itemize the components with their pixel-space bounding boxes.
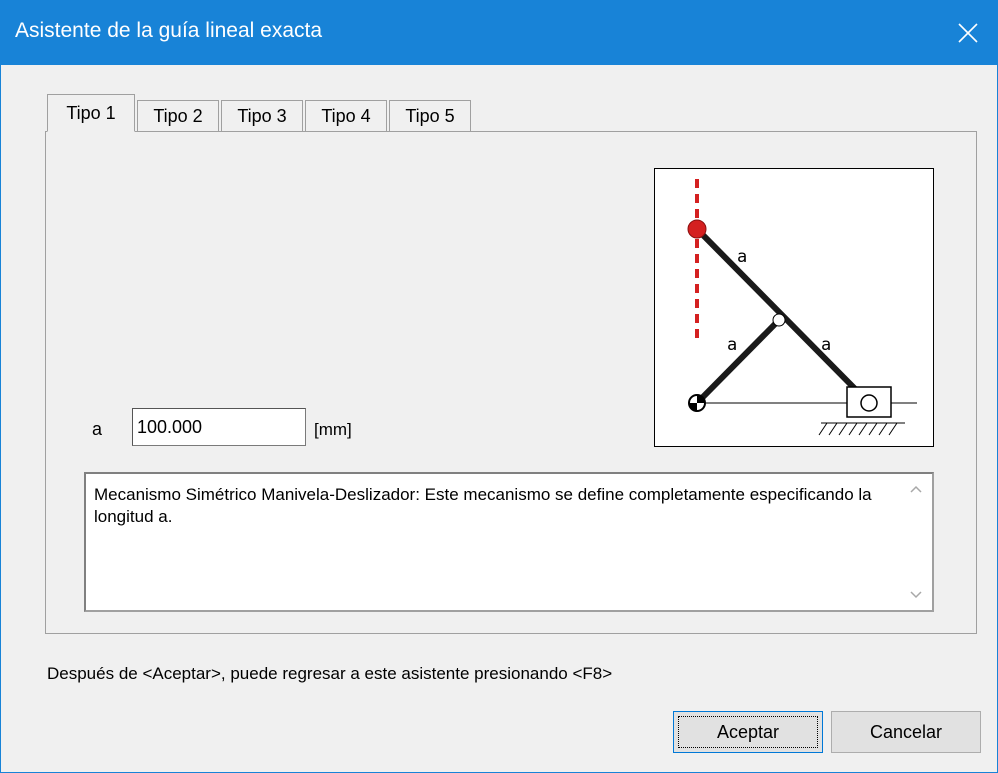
chevron-up-icon	[910, 485, 922, 493]
tab-label: Tipo 4	[321, 106, 371, 126]
middle-joint	[772, 313, 786, 327]
mechanism-drawing: a a a	[687, 179, 917, 436]
description-scrollbar[interactable]	[900, 474, 932, 610]
tab-label: Tipo 3	[237, 106, 287, 126]
accept-button[interactable]: Aceptar	[673, 711, 823, 753]
cancel-button[interactable]: Cancelar	[831, 711, 981, 753]
close-icon	[958, 23, 978, 43]
link-label-coupler-top: a	[737, 247, 747, 267]
link-label-coupler-bottom: a	[821, 335, 831, 355]
tab-panel-tipo-1: a [mm]	[45, 131, 977, 634]
dialog-window: Asistente de la guía lineal exacta Tipo …	[0, 0, 998, 773]
tab-label: Tipo 1	[66, 102, 116, 123]
ground-pivot-icon	[688, 394, 706, 412]
title-bar: Asistente de la guía lineal exacta	[1, 1, 997, 65]
focus-rectangle	[678, 716, 818, 748]
slider-pin	[860, 394, 878, 412]
description-text: Mecanismo Simétrico Manivela-Deslizador:…	[94, 485, 872, 526]
panel-content: a [mm]	[46, 132, 976, 633]
ground-hatch	[818, 422, 898, 436]
tab-tipo-4[interactable]: Tipo 4	[305, 100, 387, 132]
tab-tipo-3[interactable]: Tipo 3	[221, 100, 303, 132]
footer-note: Después de <Aceptar>, puede regresar a e…	[47, 664, 613, 683]
a-unit-label: [mm]	[314, 420, 352, 439]
scroll-up-button[interactable]	[900, 474, 932, 504]
cancel-button-label: Cancelar	[869, 721, 943, 742]
tab-label: Tipo 2	[153, 106, 203, 126]
tab-tipo-5[interactable]: Tipo 5	[389, 100, 471, 132]
close-button[interactable]	[939, 1, 997, 65]
crank-link	[694, 317, 782, 406]
a-length-input[interactable]	[132, 408, 306, 446]
mechanism-diagram: a a a	[654, 168, 934, 447]
scroll-down-button[interactable]	[900, 580, 932, 610]
tab-tipo-1[interactable]: Tipo 1	[47, 94, 135, 132]
tracing-point	[687, 219, 707, 239]
chevron-down-icon	[910, 591, 922, 599]
link-label-crank: a	[727, 335, 737, 355]
tab-label: Tipo 5	[405, 106, 455, 126]
description-box[interactable]: Mecanismo Simétrico Manivela-Deslizador:…	[84, 472, 934, 612]
a-length-label: a	[92, 419, 103, 439]
tab-tipo-2[interactable]: Tipo 2	[137, 100, 219, 132]
window-title: Asistente de la guía lineal exacta	[15, 19, 323, 42]
